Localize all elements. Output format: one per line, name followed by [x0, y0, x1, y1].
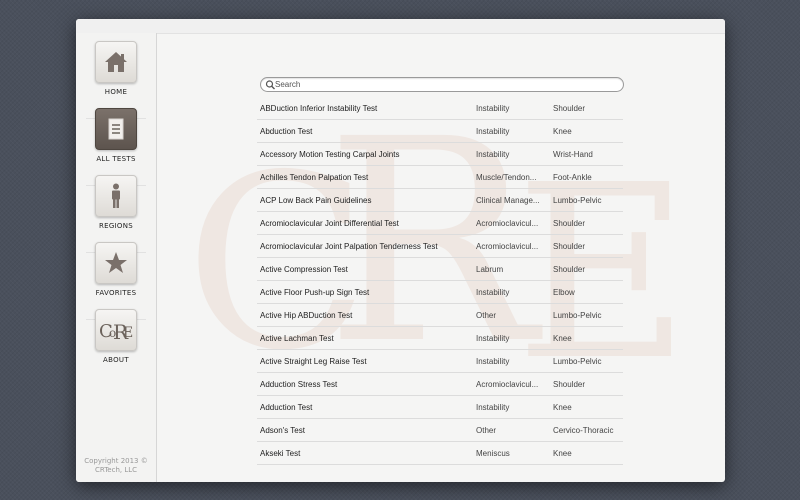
table-row[interactable]: Active Hip ABDuction Test Other Lumbo-Pelv…	[257, 304, 623, 327]
test-name: Acromioclavicular Joint Differential Tes…	[260, 219, 399, 228]
test-region: Knee	[553, 334, 572, 343]
home-button[interactable]	[95, 41, 137, 83]
test-name: Abduction Test	[260, 127, 313, 136]
test-region: Shoulder	[553, 380, 586, 389]
table-row[interactable]: Allen TestOtherWrist-Hand	[257, 465, 623, 469]
test-region: Shoulder	[553, 219, 586, 228]
nav-label-all-tests: ALL TESTS	[96, 155, 136, 163]
test-region: Foot-Ankle	[553, 173, 592, 182]
nav-label-favorites: FAVORITES	[95, 289, 137, 297]
main-content: CRE ABDuction Inferior Instability TestI…	[157, 33, 725, 482]
table-row[interactable]: Accessory Motion Testing Carpal Joints In…	[257, 143, 623, 166]
title-bar	[76, 19, 725, 34]
test-region: Cervico-Thoracic	[553, 426, 614, 435]
table-row[interactable]: Achilles Tendon Palpation Test Muscle/Ten…	[257, 166, 623, 189]
test-name: Adduction Test	[260, 403, 313, 412]
test-category: Instability	[476, 150, 510, 159]
table-row[interactable]: Acromioclavicular Joint Differential Tes…	[257, 212, 623, 235]
test-category: Labrum	[476, 265, 504, 274]
all-tests-button[interactable]	[95, 108, 137, 150]
copyright: Copyright 2013 © CRTech, LLC	[76, 457, 156, 475]
table-row[interactable]: Active Straight Leg Raise Test Instabilit…	[257, 350, 623, 373]
search-input[interactable]	[275, 78, 615, 91]
test-category: Other	[476, 311, 497, 320]
nav-label-regions: REGIONS	[98, 222, 134, 230]
test-category: Instability	[476, 104, 510, 113]
document-icon	[108, 118, 124, 140]
test-name: Acromioclavicular Joint Palpation Tender…	[260, 242, 438, 251]
test-name: Akseki Test	[260, 449, 301, 458]
about-button[interactable]: C o R E	[95, 309, 137, 351]
test-category: Instability	[476, 357, 510, 366]
test-name: Active Floor Push-up Sign Test	[260, 288, 370, 297]
nav-item-favorites[interactable]: FAVORITES	[76, 242, 156, 304]
table-row[interactable]: Adson's Test Other Cervico-Thoracic	[257, 419, 623, 442]
test-region: Shoulder	[553, 242, 586, 251]
nav-label-home: HOME	[104, 88, 128, 96]
test-region: Elbow	[553, 288, 575, 297]
core-logo-icon: C o R E	[99, 320, 133, 342]
test-category: Acromioclavicul...	[476, 242, 539, 251]
test-category: Instability	[476, 403, 510, 412]
table-row[interactable]: Akseki Test Meniscus Knee	[257, 442, 623, 465]
table-row[interactable]: Abduction Test Instability Knee	[257, 120, 623, 143]
test-name: Active Straight Leg Raise Test	[260, 357, 367, 366]
test-name: Accessory Motion Testing Carpal Joints	[260, 150, 400, 159]
nav-item-home[interactable]: HOME	[76, 41, 156, 103]
test-region: Wrist-Hand	[553, 150, 593, 159]
svg-text:E: E	[123, 325, 133, 341]
test-category: Muscle/Tendon...	[476, 173, 537, 182]
table-row[interactable]: Active Floor Push-up Sign Test Instabilit…	[257, 281, 623, 304]
test-name: Active Hip ABDuction Test	[260, 311, 353, 320]
table-row[interactable]: Adduction Test Instability Knee	[257, 396, 623, 419]
test-category: Acromioclavicul...	[476, 219, 539, 228]
home-icon	[105, 52, 127, 72]
test-name: Active Lachman Test	[260, 334, 334, 343]
test-category: Meniscus	[476, 449, 510, 458]
nav-label-about: ABOUT	[103, 356, 129, 364]
test-name: ABDuction Inferior Instability Test	[260, 104, 378, 113]
copyright-company: CRTech, LLC	[94, 466, 138, 474]
test-category: Other	[476, 426, 497, 435]
test-region: Lumbo-Pelvic	[553, 311, 602, 320]
test-category: Instability	[476, 127, 510, 136]
table-row[interactable]: Adduction Stress Test Acromioclavicul... S…	[257, 373, 623, 396]
regions-button[interactable]	[95, 175, 137, 217]
test-region: Knee	[553, 403, 572, 412]
table-row[interactable]: Acromioclavicular Joint Palpation Tender…	[257, 235, 623, 258]
test-name: Achilles Tendon Palpation Test	[260, 173, 369, 182]
nav-item-regions[interactable]: REGIONS	[76, 175, 156, 237]
test-region: Shoulder	[553, 265, 586, 274]
test-name: ACP Low Back Pain Guidelines	[260, 196, 372, 205]
test-region: Knee	[553, 127, 572, 136]
test-region: Shoulder	[553, 104, 586, 113]
nav-item-about[interactable]: C o R E ABOUT	[76, 309, 156, 371]
sidebar: HOME ALL TESTS REGIONS FAVORITES C o R E…	[76, 33, 157, 482]
test-name: Adduction Stress Test	[260, 380, 338, 389]
table-row[interactable]: Active Lachman Test Instability Knee	[257, 327, 623, 350]
person-icon	[112, 183, 120, 208]
test-name: Adson's Test	[260, 426, 305, 435]
test-category: Instability	[476, 334, 510, 343]
table-row[interactable]: ABDuction Inferior Instability Test Insta…	[257, 97, 623, 120]
nav-item-all-tests[interactable]: ALL TESTS	[76, 108, 156, 170]
table-row[interactable]: ACP Low Back Pain Guidelines Clinical Man…	[257, 189, 623, 212]
test-region: Knee	[553, 449, 572, 458]
favorites-button[interactable]	[95, 242, 137, 284]
test-category: Instability	[476, 288, 510, 297]
star-icon	[105, 252, 127, 273]
test-name: Active Compression Test	[260, 265, 348, 274]
test-region: Lumbo-Pelvic	[553, 357, 602, 366]
table-row[interactable]: Active Compression Test Labrum Shoulder	[257, 258, 623, 281]
app-window: HOME ALL TESTS REGIONS FAVORITES C o R E…	[76, 19, 725, 482]
search-bar[interactable]	[260, 77, 624, 92]
copyright-line: Copyright 2013 ©	[84, 457, 148, 465]
test-list[interactable]: ABDuction Inferior Instability Test Insta…	[257, 97, 623, 469]
test-category: Acromioclavicul...	[476, 380, 539, 389]
test-region: Lumbo-Pelvic	[553, 196, 602, 205]
test-category: Clinical Manage...	[476, 196, 540, 205]
